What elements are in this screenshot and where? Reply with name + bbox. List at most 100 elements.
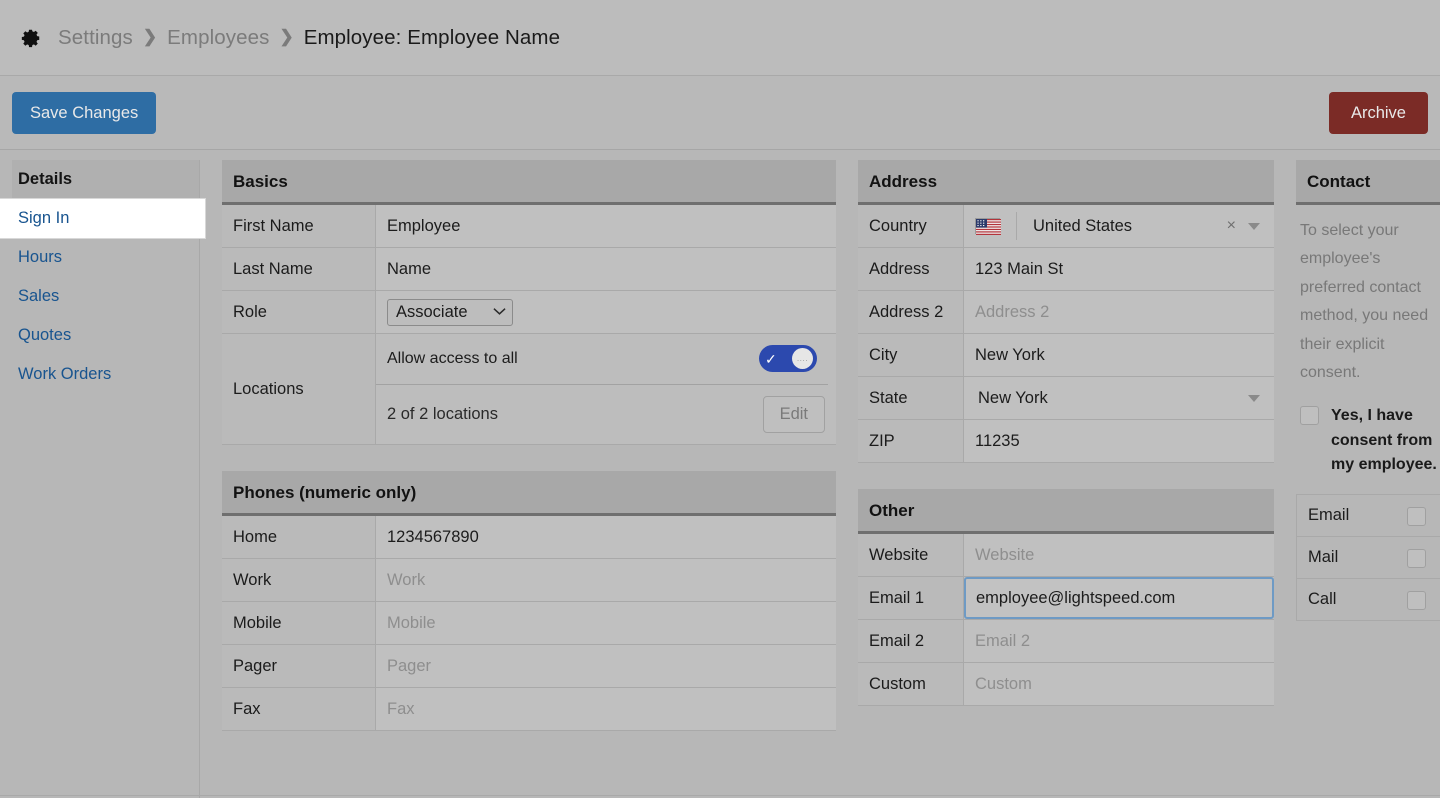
field-row-phone-work: Work Work xyxy=(222,559,836,602)
role-select[interactable]: Associate xyxy=(387,298,513,326)
panel-title-contact: Contact xyxy=(1296,160,1440,205)
chevron-down-icon[interactable] xyxy=(1248,222,1260,230)
column-contact: Contact To select your employee's prefer… xyxy=(1296,160,1440,798)
contact-method-mail-checkbox[interactable] xyxy=(1407,549,1426,569)
panel-title-other: Other xyxy=(858,489,1274,534)
caret-down-icon[interactable] xyxy=(1248,394,1260,402)
sidebar-item-work-orders[interactable]: Work Orders xyxy=(0,355,199,394)
breadcrumb-separator-2: ❯ xyxy=(279,26,294,46)
field-row-phone-pager: Pager Pager xyxy=(222,645,836,688)
input-phone-home[interactable]: 1234567890 xyxy=(376,516,836,558)
label-email-2: Email 2 xyxy=(858,620,964,662)
sidebar-item-details[interactable]: Details xyxy=(12,160,199,199)
contact-method-email: Email xyxy=(1297,495,1440,538)
field-row-city: City New York xyxy=(858,334,1274,377)
label-address-2: Address 2 xyxy=(858,291,964,333)
label-email-1: Email 1 xyxy=(858,577,964,619)
allow-access-row: Allow access to all ✓ ․․․․ xyxy=(376,334,828,385)
panel-address: Address Country United States × Address … xyxy=(858,160,1274,463)
sidebar-item-sign-in[interactable]: Sign In xyxy=(0,199,205,238)
chevron-down-icon xyxy=(493,305,506,319)
label-locations: Locations xyxy=(222,334,376,444)
column-address: Address Country United States × Address … xyxy=(858,160,1274,798)
contact-consent-note: To select your employee's preferred cont… xyxy=(1300,222,1429,382)
field-row-role: Role Associate xyxy=(222,291,836,334)
label-custom: Custom xyxy=(858,663,964,705)
consent-label: Yes, I have consent from my employee. xyxy=(1331,406,1437,474)
sidebar-item-sales[interactable]: Sales xyxy=(0,277,199,316)
label-phone-fax: Fax xyxy=(222,688,376,730)
panel-title-basics: Basics xyxy=(222,160,836,205)
panel-title-phones: Phones (numeric only) xyxy=(222,471,836,516)
field-row-first-name: First Name Employee xyxy=(222,205,836,248)
input-phone-work[interactable]: Work xyxy=(376,559,836,601)
locations-count-text: 2 of 2 locations xyxy=(387,404,498,423)
panel-phones: Phones (numeric only) Home 1234567890 Wo… xyxy=(222,471,836,731)
toggle-knob: ․․․․ xyxy=(792,348,813,370)
field-row-address: Address 123 Main St xyxy=(858,248,1274,291)
sidebar-item-quotes[interactable]: Quotes xyxy=(0,316,199,355)
label-zip: ZIP xyxy=(858,420,964,462)
panel-title-address: Address xyxy=(858,160,1274,205)
role-select-value: Associate xyxy=(396,302,468,321)
locations-content: Allow access to all ✓ ․․․․ 2 of 2 locati… xyxy=(376,334,836,444)
country-select[interactable]: United States × xyxy=(964,205,1274,247)
consent-checkbox[interactable] xyxy=(1300,405,1319,425)
close-icon[interactable]: × xyxy=(1221,217,1242,235)
field-row-zip: ZIP 11235 xyxy=(858,420,1274,463)
role-cell: Associate xyxy=(376,291,836,333)
column-basics: Basics First Name Employee Last Name Nam… xyxy=(222,160,836,798)
allow-access-label: Allow access to all xyxy=(387,349,518,367)
main-form-area: Basics First Name Employee Last Name Nam… xyxy=(200,160,1440,798)
field-row-locations: Locations Allow access to all ✓ ․․․․ 2 o… xyxy=(222,334,836,445)
contact-method-mail-label: Mail xyxy=(1308,548,1339,567)
input-custom[interactable]: Custom xyxy=(964,663,1274,705)
gear-icon[interactable] xyxy=(20,27,42,49)
input-last-name[interactable]: Name xyxy=(376,248,836,290)
breadcrumb-employees[interactable]: Employees xyxy=(167,26,269,50)
label-last-name: Last Name xyxy=(222,248,376,290)
panel-other: Other Website Website Email 1 employee@l… xyxy=(858,489,1274,706)
contact-methods-list: Email Mail Call xyxy=(1296,494,1440,622)
save-changes-button[interactable]: Save Changes xyxy=(12,91,157,134)
consent-row: Yes, I have consent from my employee. xyxy=(1296,404,1440,494)
state-select[interactable]: New York xyxy=(964,377,1274,419)
input-address-2[interactable]: Address 2 xyxy=(964,291,1274,333)
allow-access-toggle[interactable]: ✓ ․․․․ xyxy=(759,345,817,373)
panel-contact: Contact To select your employee's prefer… xyxy=(1296,160,1440,622)
field-row-email-1: Email 1 employee@lightspeed.com xyxy=(858,577,1274,620)
breadcrumb-settings[interactable]: Settings xyxy=(58,26,133,50)
input-email-1[interactable]: employee@lightspeed.com xyxy=(964,577,1274,619)
input-zip[interactable]: 11235 xyxy=(964,420,1274,462)
field-row-country: Country United States × xyxy=(858,205,1274,248)
input-phone-mobile[interactable]: Mobile xyxy=(376,602,836,644)
email-1-cell: employee@lightspeed.com xyxy=(964,577,1274,619)
label-city: City xyxy=(858,334,964,376)
label-phone-mobile: Mobile xyxy=(222,602,376,644)
field-row-custom: Custom Custom xyxy=(858,663,1274,706)
label-phone-work: Work xyxy=(222,559,376,601)
check-icon: ✓ xyxy=(765,350,777,367)
sidebar-item-hours[interactable]: Hours xyxy=(0,238,199,277)
contact-method-email-checkbox[interactable] xyxy=(1407,507,1426,527)
input-city[interactable]: New York xyxy=(964,334,1274,376)
field-row-phone-home: Home 1234567890 xyxy=(222,516,836,559)
input-phone-pager[interactable]: Pager xyxy=(376,645,836,687)
locations-count-row: 2 of 2 locations Edit xyxy=(376,385,836,445)
label-first-name: First Name xyxy=(222,205,376,247)
field-row-website: Website Website xyxy=(858,534,1274,577)
contact-method-call-checkbox[interactable] xyxy=(1407,591,1426,611)
state-value: New York xyxy=(978,388,1048,407)
input-email-2[interactable]: Email 2 xyxy=(964,620,1274,662)
archive-button[interactable]: Archive xyxy=(1328,91,1428,134)
input-website[interactable]: Website xyxy=(964,534,1274,576)
country-value: United States xyxy=(1033,216,1133,235)
input-phone-fax[interactable]: Fax xyxy=(376,688,836,730)
field-row-email-2: Email 2 Email 2 xyxy=(858,620,1274,663)
input-first-name[interactable]: Employee xyxy=(376,205,836,247)
label-country: Country xyxy=(858,205,964,247)
label-phone-pager: Pager xyxy=(222,645,376,687)
input-address[interactable]: 123 Main St xyxy=(964,248,1274,290)
contact-method-call-label: Call xyxy=(1308,590,1337,609)
edit-locations-button[interactable]: Edit xyxy=(762,395,825,433)
